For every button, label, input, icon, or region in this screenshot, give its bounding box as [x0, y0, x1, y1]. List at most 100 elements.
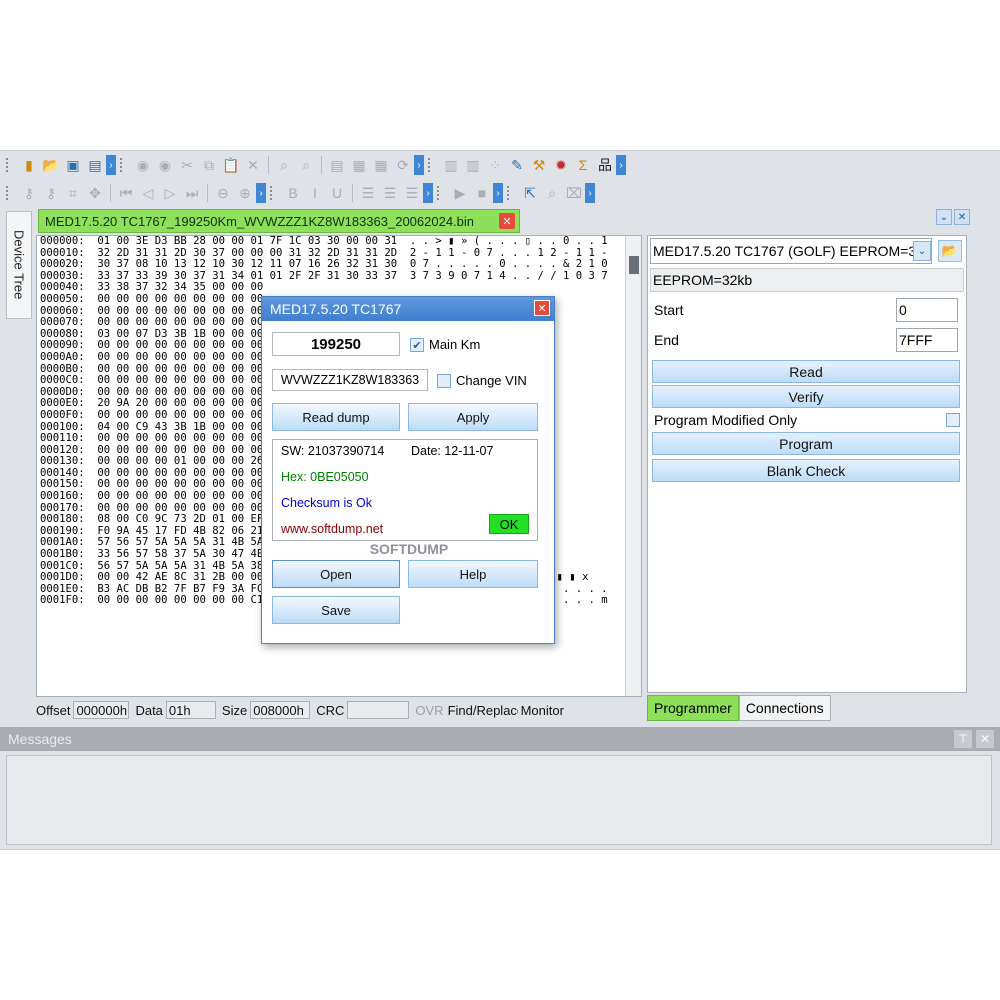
- messages-panel: [6, 755, 992, 845]
- circle-left-icon[interactable]: ⊖: [213, 183, 233, 203]
- toolbar-more-button[interactable]: ›: [616, 155, 626, 175]
- toolbar-more-button[interactable]: ›: [585, 183, 595, 203]
- cursor-icon[interactable]: ⇱: [520, 183, 540, 203]
- delete-icon[interactable]: ✕: [243, 155, 263, 175]
- paste-icon[interactable]: 📋: [221, 155, 241, 175]
- italic-icon[interactable]: I: [305, 183, 325, 203]
- program-button[interactable]: Program: [652, 432, 960, 455]
- open-folder-icon[interactable]: 📂: [938, 240, 962, 262]
- prev-icon[interactable]: ◁: [138, 183, 158, 203]
- hex-line[interactable]: 000000: 01 00 3E D3 BB 28 00 00 01 7F 1C…: [37, 236, 641, 248]
- toolbar-grip[interactable]: [428, 158, 434, 172]
- offset-value: 000000h: [73, 701, 130, 719]
- data-label: Data: [135, 702, 163, 718]
- scrollbar-thumb[interactable]: [629, 256, 639, 274]
- website-link[interactable]: www.softdump.net: [281, 522, 383, 536]
- toolbar-grip[interactable]: [6, 186, 12, 200]
- save-icon[interactable]: ▣: [63, 155, 83, 175]
- verify-button[interactable]: Verify: [652, 385, 960, 408]
- change-vin-checkbox[interactable]: [437, 374, 451, 388]
- next-icon[interactable]: ▷: [160, 183, 180, 203]
- align-right-icon[interactable]: ☰: [402, 183, 422, 203]
- toolbar-grip[interactable]: [270, 186, 276, 200]
- frame-icon[interactable]: ⌗: [63, 183, 83, 203]
- dialog-titlebar[interactable]: MED17.5.20 TC1767 ✕: [262, 297, 554, 321]
- close-tab-icon[interactable]: ✕: [499, 213, 515, 229]
- first-icon[interactable]: ⏮: [116, 183, 136, 203]
- move-icon[interactable]: ✥: [85, 183, 105, 203]
- toolbar-more-button[interactable]: ›: [256, 183, 266, 203]
- toolbar-more-button[interactable]: ›: [106, 155, 116, 175]
- align-left-icon[interactable]: ☰: [358, 183, 378, 203]
- dots-icon[interactable]: ⁘: [485, 155, 505, 175]
- end-input[interactable]: 7FFF: [896, 328, 958, 352]
- grid-icon[interactable]: ▦: [349, 155, 369, 175]
- tools-icon[interactable]: ⚒: [529, 155, 549, 175]
- key-icon[interactable]: ⚷: [19, 183, 39, 203]
- tab-connections[interactable]: Connections: [738, 695, 831, 721]
- modified-only-checkbox[interactable]: [946, 413, 960, 427]
- underline-icon[interactable]: U: [327, 183, 347, 203]
- play-icon[interactable]: ▶: [450, 183, 470, 203]
- hex-scrollbar[interactable]: [625, 236, 641, 696]
- find-replace-icon[interactable]: ⌕: [296, 155, 316, 175]
- tab-programmer[interactable]: Programmer: [647, 695, 739, 721]
- document-icon[interactable]: ▤: [327, 155, 347, 175]
- grid-2-icon[interactable]: ▦: [371, 155, 391, 175]
- toolbar-grip[interactable]: [507, 186, 513, 200]
- page-icon[interactable]: ▥: [441, 155, 461, 175]
- apply-button[interactable]: Apply: [408, 403, 538, 431]
- save-button[interactable]: Save: [272, 596, 400, 624]
- toolbar-grip[interactable]: [120, 158, 126, 172]
- help-button[interactable]: Help: [408, 560, 538, 588]
- chip-icon[interactable]: ▮: [19, 155, 39, 175]
- open-folder-icon[interactable]: 📂: [41, 155, 61, 175]
- pin-icon[interactable]: ⊤: [954, 730, 972, 748]
- select-icon[interactable]: ⌧: [564, 183, 584, 203]
- last-icon[interactable]: ⏭: [182, 183, 202, 203]
- sum-icon[interactable]: Σ: [573, 155, 593, 175]
- page-2-icon[interactable]: ▥: [463, 155, 483, 175]
- find-icon[interactable]: ⌕: [274, 155, 294, 175]
- device-tree-tab[interactable]: Device Tree: [6, 211, 32, 319]
- close-icon[interactable]: ✕: [534, 300, 550, 316]
- bold-icon[interactable]: B: [283, 183, 303, 203]
- zoom-icon[interactable]: ⌕: [542, 183, 562, 203]
- date-text: Date: 12-11-07: [411, 444, 494, 458]
- bug-icon[interactable]: ✹: [551, 155, 571, 175]
- key-2-icon[interactable]: ⚷: [41, 183, 61, 203]
- cut-icon[interactable]: ✂: [177, 155, 197, 175]
- save-as-icon[interactable]: ▤: [85, 155, 105, 175]
- stop-icon[interactable]: ■: [472, 183, 492, 203]
- device-select[interactable]: MED17.5.20 TC1767 (GOLF) EEPROM=32kb ⌄: [650, 238, 932, 264]
- settings-circle-icon[interactable]: ◉: [133, 155, 153, 175]
- toolbar-more-button[interactable]: ›: [493, 183, 503, 203]
- blank-check-button[interactable]: Blank Check: [652, 459, 960, 482]
- refresh-icon[interactable]: ⟳: [393, 155, 413, 175]
- read-button[interactable]: Read: [652, 360, 960, 383]
- read-dump-button[interactable]: Read dump: [272, 403, 400, 431]
- copy-icon[interactable]: ⧉: [199, 155, 219, 175]
- settings-circle-2-icon[interactable]: ◉: [155, 155, 175, 175]
- document-tab[interactable]: MED17.5.20 TC1767_199250Km_WVWZZZ1KZ8W18…: [38, 209, 520, 233]
- start-input[interactable]: 0: [896, 298, 958, 322]
- vin-input[interactable]: WVWZZZ1KZ8W183363: [272, 369, 428, 391]
- circle-right-icon[interactable]: ⊕: [235, 183, 255, 203]
- main-km-checkbox[interactable]: ✔: [410, 338, 424, 352]
- chevron-down-icon[interactable]: ⌄: [936, 209, 952, 225]
- align-center-icon[interactable]: ☰: [380, 183, 400, 203]
- ok-status-badge: OK: [489, 514, 529, 534]
- toolbar-grip[interactable]: [6, 158, 12, 172]
- edit-icon[interactable]: ✎: [507, 155, 527, 175]
- open-button[interactable]: Open: [272, 560, 400, 588]
- toolbar-more-button[interactable]: ›: [414, 155, 424, 175]
- find-replace-status[interactable]: Find/Replace: [448, 703, 518, 718]
- close-icon[interactable]: ✕: [954, 209, 970, 225]
- toolbar-grip[interactable]: [437, 186, 443, 200]
- toolbar-more-button[interactable]: ›: [423, 183, 433, 203]
- monitor-status[interactable]: Monitor: [521, 703, 571, 718]
- network-icon[interactable]: 品: [595, 155, 615, 175]
- close-icon[interactable]: ✕: [976, 730, 994, 748]
- km-input[interactable]: 199250: [272, 332, 400, 356]
- chevron-down-icon[interactable]: ⌄: [913, 241, 931, 261]
